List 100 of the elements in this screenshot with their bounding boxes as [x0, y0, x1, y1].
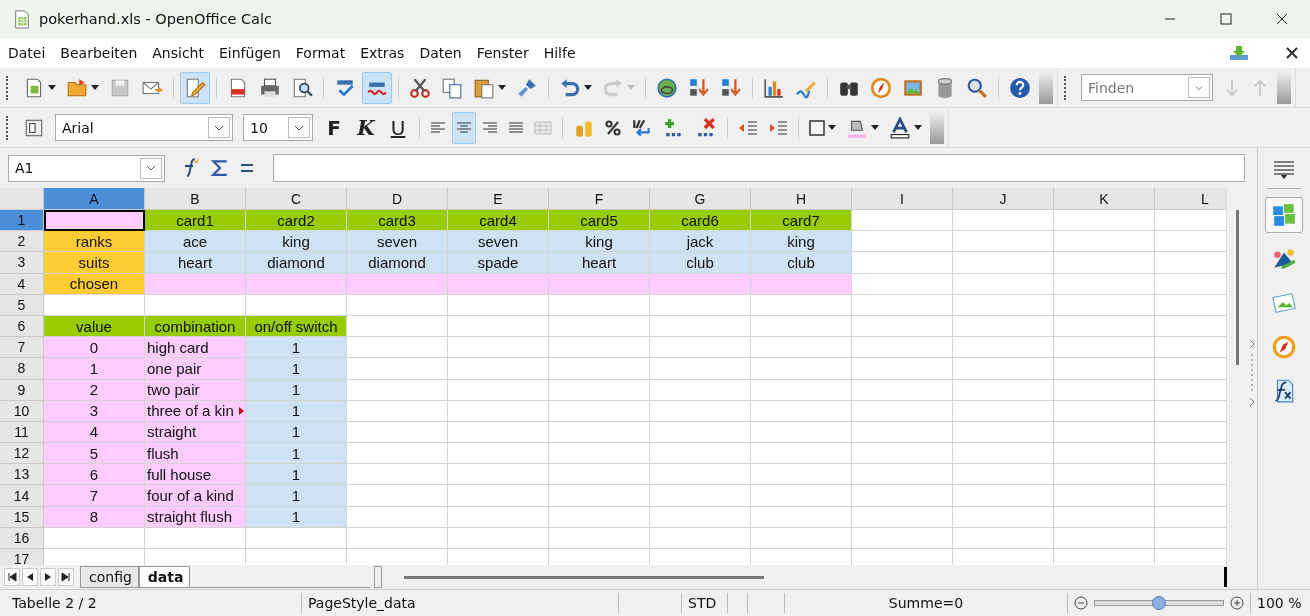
border-square-icon	[809, 119, 825, 136]
sheet-nav-button[interactable]	[40, 568, 56, 586]
align-center-icon	[456, 120, 472, 135]
table-cell: 8	[44, 506, 145, 528]
table-cell: ace	[145, 231, 246, 253]
menu-icon[interactable]	[1273, 160, 1295, 180]
sheet-tab[interactable]: config	[80, 565, 139, 587]
row-header[interactable]: 15	[0, 506, 44, 528]
slider-thumb[interactable]	[1151, 596, 1166, 610]
table-cell: seven	[347, 231, 448, 253]
table-cell: four of a kind	[145, 485, 246, 507]
sum-icon[interactable]	[211, 159, 229, 177]
row-header[interactable]: 12	[0, 443, 44, 465]
zoom-percentage: 100 %	[1256, 594, 1303, 613]
align-center-button[interactable]	[452, 111, 476, 144]
caret-icon	[91, 85, 99, 90]
sheet-indicator: Tabelle 2 / 2	[0, 593, 302, 613]
sidebar-toggle-icon[interactable]	[1249, 338, 1255, 408]
menu-item[interactable]: Ansicht	[152, 45, 204, 61]
edit-file-button[interactable]	[180, 71, 210, 104]
font-size-field[interactable]: 10	[243, 114, 313, 141]
menu-item[interactable]: Daten	[419, 45, 462, 61]
row-header[interactable]: 8	[0, 358, 44, 380]
spreadsheet-app-icon	[13, 9, 31, 29]
auto-spellcheck-button[interactable]	[362, 71, 392, 104]
column-header[interactable]: J	[953, 188, 1054, 210]
sheet-nav-button[interactable]	[4, 568, 20, 586]
close-document-icon[interactable]	[1286, 47, 1298, 59]
menu-item[interactable]: Hilfe	[543, 45, 576, 61]
font-name-field[interactable]: Arial	[55, 114, 233, 141]
row-header[interactable]: 6	[0, 315, 44, 338]
row-header[interactable]: 16	[0, 527, 44, 549]
row-header[interactable]: 9	[0, 379, 44, 401]
download-update-icon[interactable]	[1229, 45, 1249, 61]
sheet-tab[interactable]: data	[138, 565, 191, 587]
menu-item[interactable]: Einfügen	[219, 45, 281, 61]
table-cell: one pair	[145, 358, 246, 380]
open-folder-icon	[66, 76, 88, 99]
align-right-icon	[482, 120, 498, 135]
column-header[interactable]: F	[549, 188, 650, 210]
sheet-nav-button[interactable]	[22, 568, 38, 586]
tab-splitter-handle[interactable]	[374, 566, 382, 588]
zoom-in-icon[interactable]	[1230, 596, 1244, 610]
italic-button[interactable]: K	[351, 111, 381, 144]
column-header[interactable]: L	[1155, 188, 1227, 210]
column-header[interactable]: E	[448, 188, 549, 210]
row-header[interactable]: 13	[0, 464, 44, 486]
table-cell: heart	[549, 252, 650, 274]
menu-item[interactable]: Extras	[360, 45, 405, 61]
column-header[interactable]: K	[1054, 188, 1155, 210]
next-sheet-icon	[43, 572, 53, 582]
sheet-nav-button[interactable]	[58, 568, 74, 586]
cross-decimal-icon	[695, 116, 717, 139]
table-cell: high card	[145, 337, 246, 359]
menu-item[interactable]: Format	[295, 45, 346, 61]
formula-input-field[interactable]	[273, 154, 1245, 182]
format-paintbrush-icon	[516, 76, 538, 99]
table-cell: diamond	[347, 252, 448, 274]
menu-item[interactable]: Bearbeiten	[60, 45, 138, 61]
row-header[interactable]: 10	[0, 400, 44, 422]
table-cell: king	[246, 231, 347, 253]
zoom-out-icon[interactable]	[1074, 596, 1088, 610]
row-header[interactable]: 17	[0, 549, 44, 565]
toolbar-overflow-handle[interactable]	[1039, 71, 1053, 104]
copy-icon	[441, 76, 463, 99]
properties-button[interactable]	[1265, 197, 1303, 233]
column-header[interactable]: D	[347, 188, 448, 210]
chevron-down-icon	[214, 124, 224, 131]
menu-item[interactable]: Fenster	[476, 45, 529, 61]
table-cell: 5	[44, 443, 145, 465]
table-cell: 1	[246, 358, 347, 380]
column-header[interactable]: G	[650, 188, 751, 210]
row-header[interactable]: 3	[0, 252, 44, 274]
bold-button[interactable]: F	[319, 111, 349, 144]
row-header[interactable]: 5	[0, 294, 44, 316]
find-field[interactable]: Finden	[1081, 74, 1213, 101]
column-header[interactable]: C	[246, 188, 347, 210]
table-cell: straight	[145, 421, 246, 444]
chevron-down-icon	[146, 165, 156, 171]
row-header[interactable]: 11	[0, 421, 44, 444]
toolbar-overflow-handle[interactable]	[1277, 71, 1291, 104]
table-cell: value	[44, 315, 145, 338]
table-cell: suits	[44, 252, 145, 274]
row-header[interactable]: 4	[0, 273, 44, 295]
row-header[interactable]: 1	[0, 210, 44, 232]
justify-icon	[508, 120, 524, 135]
name-box[interactable]: A1	[8, 154, 165, 182]
table-cell: king	[751, 231, 852, 253]
row-header[interactable]: 14	[0, 485, 44, 507]
column-header[interactable]: H	[751, 188, 852, 210]
column-header[interactable]: I	[852, 188, 953, 210]
menu-item[interactable]: Datei	[8, 45, 46, 61]
row-header[interactable]: 2	[0, 231, 44, 253]
underline-button[interactable]: U	[383, 111, 413, 144]
column-header[interactable]: A	[44, 188, 145, 210]
column-header[interactable]: B	[145, 188, 246, 210]
align-left-icon	[430, 120, 446, 135]
table-cell: king	[549, 231, 650, 253]
row-header[interactable]: 7	[0, 337, 44, 359]
toolbar-overflow-handle[interactable]	[930, 111, 944, 144]
